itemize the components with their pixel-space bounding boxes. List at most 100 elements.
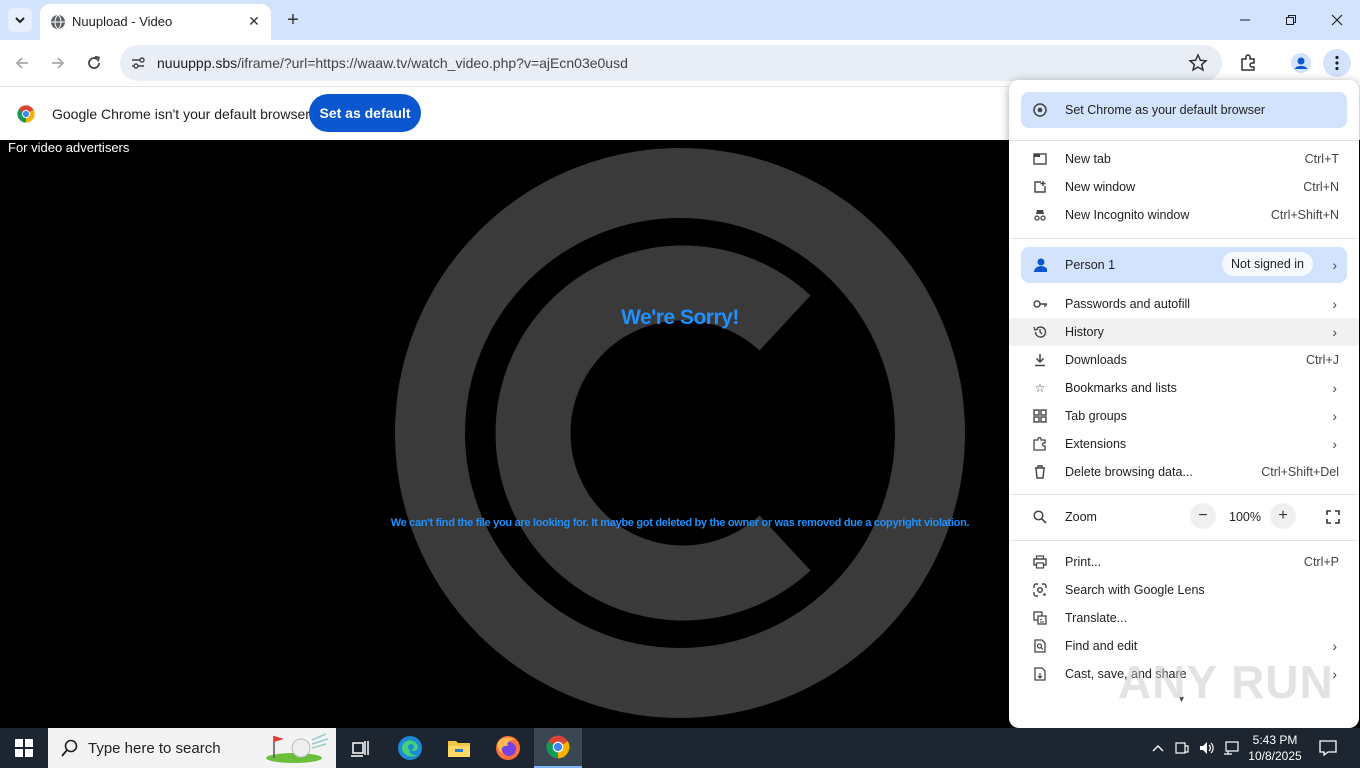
menu-item-label: Bookmarks and lists	[1065, 381, 1177, 395]
chevron-right-icon: ›	[1332, 638, 1337, 654]
tray-overflow-button[interactable]	[1146, 732, 1170, 764]
volume-icon[interactable]	[1195, 732, 1219, 764]
extensions-button[interactable]	[1234, 49, 1262, 77]
chevron-right-icon: ›	[1332, 380, 1337, 396]
menu-item-label: Zoom	[1065, 510, 1097, 524]
task-view-icon	[351, 741, 369, 757]
chevron-down-icon	[15, 17, 25, 24]
menu-item-zoom: Zoom − 100% +	[1009, 503, 1359, 531]
chevron-right-icon: ›	[1332, 296, 1337, 312]
arrow-right-icon	[52, 57, 65, 69]
reload-button[interactable]	[80, 49, 108, 77]
translate-icon	[1033, 611, 1047, 625]
copyright-icon	[395, 148, 965, 718]
menu-item-extensions[interactable]: Extensions ›	[1009, 430, 1359, 458]
find-page-icon	[1033, 639, 1047, 653]
menu-button[interactable]	[1323, 49, 1351, 77]
tab-close-icon[interactable]: ✕	[245, 12, 263, 30]
globe-icon	[51, 14, 65, 30]
tab-active[interactable]: Nuupload - Video ✕	[40, 4, 271, 40]
close-window-button[interactable]	[1314, 0, 1360, 40]
tray-device-icon[interactable]	[1170, 732, 1194, 764]
menu-item-profile[interactable]: Person 1 Not signed in ›	[1009, 251, 1359, 279]
chrome-logo-icon	[17, 105, 35, 123]
puzzle-icon	[1033, 437, 1047, 451]
menu-item-shortcut: Ctrl+Shift+N	[1270, 208, 1339, 222]
minimize-button[interactable]	[1222, 0, 1268, 40]
notifications-button[interactable]	[1312, 732, 1344, 764]
profile-name: Person 1	[1065, 258, 1116, 272]
folder-icon	[448, 741, 470, 757]
file-explorer-taskbar-button[interactable]	[443, 732, 475, 764]
error-message: We can't find the file you are looking f…	[390, 517, 970, 529]
firefox-taskbar-button[interactable]	[492, 732, 524, 764]
menu-item-google-lens[interactable]: Search with Google Lens	[1009, 576, 1359, 604]
tab-search-button[interactable]	[8, 8, 32, 32]
trash-icon	[1033, 465, 1047, 479]
menu-item-shortcut: Ctrl+N	[1303, 180, 1339, 194]
menu-item-bookmarks[interactable]: ☆ Bookmarks and lists ›	[1009, 374, 1359, 402]
zoom-out-button[interactable]: −	[1190, 503, 1216, 529]
site-info-icon[interactable]	[128, 53, 148, 73]
bookmark-star-icon[interactable]	[1188, 53, 1208, 73]
tab-groups-icon	[1033, 409, 1047, 423]
menu-item-translate[interactable]: Translate...	[1009, 604, 1359, 632]
fullscreen-icon	[1326, 510, 1340, 524]
menu-item-delete-data[interactable]: Delete browsing data... Ctrl+Shift+Del	[1009, 458, 1359, 486]
chevron-right-icon: ›	[1332, 257, 1337, 273]
set-as-default-button[interactable]: Set as default	[309, 94, 421, 132]
forward-button[interactable]	[44, 49, 72, 77]
menu-item-label: Print...	[1065, 555, 1102, 569]
network-icon[interactable]	[1219, 732, 1243, 764]
menu-item-shortcut: Ctrl+J	[1306, 353, 1339, 367]
menu-item-downloads[interactable]: Downloads Ctrl+J	[1009, 346, 1359, 374]
set-default-menu-item[interactable]: Set Chrome as your default browser	[1009, 96, 1359, 124]
taskbar-search-box[interactable]: Type here to search	[48, 728, 336, 768]
zoom-icon	[1033, 510, 1047, 524]
url-path: /iframe/?url=https://waaw.tv/watch_video…	[237, 55, 628, 71]
menu-item-tab-groups[interactable]: Tab groups ›	[1009, 402, 1359, 430]
clock-time: 5:43 PM	[1252, 733, 1298, 747]
tab-title: Nuupload - Video	[72, 14, 173, 29]
reload-icon	[88, 55, 100, 69]
menu-item-new-tab[interactable]: New tab Ctrl+T	[1009, 145, 1359, 173]
menu-item-new-window[interactable]: New window Ctrl+N	[1009, 173, 1359, 201]
windows-logo-icon	[15, 739, 33, 757]
menu-item-print[interactable]: Print... Ctrl+P	[1009, 548, 1359, 576]
infobar-message: Google Chrome isn't your default browser	[52, 106, 310, 122]
advertisers-link[interactable]: For video advertisers	[8, 140, 129, 155]
zoom-level: 100%	[1229, 510, 1261, 524]
profile-button[interactable]	[1287, 49, 1315, 77]
new-tab-icon	[1033, 152, 1047, 166]
new-tab-button[interactable]: +	[282, 9, 304, 31]
menu-item-label: New Incognito window	[1065, 208, 1190, 222]
menu-item-label: Search with Google Lens	[1065, 583, 1205, 597]
menu-item-label: Downloads	[1065, 353, 1127, 367]
chrome-taskbar-button[interactable]	[534, 728, 582, 768]
restore-button[interactable]	[1268, 0, 1314, 40]
url-text[interactable]: nuuuppp.sbs/iframe/?url=https://waaw.tv/…	[157, 55, 628, 71]
star-icon: ☆	[1034, 381, 1046, 395]
profile-status-badge: Not signed in	[1222, 252, 1313, 276]
zoom-in-button[interactable]: +	[1270, 503, 1296, 529]
fullscreen-button[interactable]	[1320, 504, 1346, 530]
address-bar[interactable]: nuuuppp.sbs/iframe/?url=https://waaw.tv/…	[120, 45, 1222, 81]
edge-taskbar-button[interactable]	[394, 732, 426, 764]
back-button[interactable]	[8, 49, 36, 77]
cast-save-icon	[1033, 667, 1047, 681]
menu-item-shortcut: Ctrl+Shift+Del	[1261, 465, 1339, 479]
menu-item-passwords[interactable]: Passwords and autofill ›	[1009, 290, 1359, 318]
taskbar-clock[interactable]: 5:43 PM 10/8/2025	[1245, 732, 1305, 764]
download-icon	[1033, 353, 1047, 367]
task-view-button[interactable]	[344, 732, 376, 764]
menu-item-label: Delete browsing data...	[1065, 465, 1193, 479]
chevron-right-icon: ›	[1332, 324, 1337, 340]
restore-icon	[1286, 15, 1296, 25]
menu-item-history[interactable]: History ›	[1009, 318, 1359, 346]
avatar-icon	[1291, 53, 1311, 73]
menu-item-new-incognito[interactable]: New Incognito window Ctrl+Shift+N	[1009, 201, 1359, 229]
chrome-menu: Set Chrome as your default browser New t…	[1009, 80, 1359, 728]
start-button[interactable]	[8, 732, 40, 764]
menu-item-label: New window	[1065, 180, 1136, 194]
chevron-right-icon: ›	[1332, 436, 1337, 452]
